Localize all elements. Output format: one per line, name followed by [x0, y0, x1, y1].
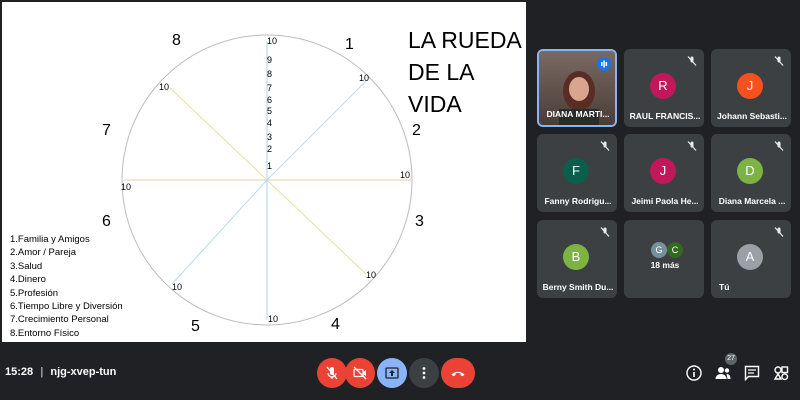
- participant-name: Diana Marcela ...: [718, 196, 786, 206]
- sector-number-7: 7: [102, 122, 111, 139]
- participant-tile-fanny[interactable]: F Fanny Rodrigu...: [537, 134, 617, 212]
- scale-tick-7: 7: [267, 83, 272, 93]
- scale-tick-2: 2: [267, 144, 272, 154]
- slide-title-line-1: LA RUEDA: [408, 27, 522, 53]
- present-screen-button[interactable]: [377, 358, 407, 388]
- mic-off-icon: [600, 141, 610, 151]
- participant-name: DIANA MARTI...: [546, 109, 610, 119]
- sector-number-1: 1: [345, 36, 354, 53]
- mic-off-icon: [326, 366, 338, 380]
- participant-tile-jeimi[interactable]: J Jeimi Paola He...: [624, 134, 704, 212]
- spoke-7: [169, 87, 268, 181]
- mic-off-icon: [600, 227, 610, 237]
- scale-tick-1: 1: [267, 161, 272, 171]
- scale-tick-8: 8: [267, 69, 272, 79]
- participant-tile-berny[interactable]: B Berny Smith Du...: [537, 220, 617, 298]
- spoke-5: [171, 179, 268, 285]
- scale-tick-9: 9: [267, 55, 272, 65]
- participant-tile-raul[interactable]: R RAUL FRANCIS...: [624, 49, 704, 127]
- camera-toggle-button[interactable]: [345, 358, 375, 388]
- sector-number-2: 2: [412, 122, 421, 139]
- participant-name: Berny Smith Du...: [542, 282, 614, 292]
- avatar: A: [737, 244, 763, 270]
- meeting-details-icon[interactable]: [685, 364, 703, 382]
- mic-off-icon: [774, 141, 784, 151]
- legend-list: 1.Familia y Amigos 2.Amor / Pareja 3.Sal…: [10, 233, 123, 340]
- spoke-label-2: 10: [400, 170, 410, 180]
- mic-off-icon: [774, 56, 784, 66]
- present-icon: [385, 367, 399, 379]
- more-options-button[interactable]: [409, 358, 439, 388]
- spoke-label-1: 10: [359, 73, 369, 83]
- more-vert-icon: [422, 367, 426, 379]
- microphone-toggle-button[interactable]: [317, 358, 347, 388]
- hang-up-icon: [451, 371, 465, 377]
- spoke-label-7: 10: [159, 82, 169, 92]
- leave-call-button[interactable]: [441, 358, 475, 388]
- legend-item: 7.Crecimiento Personal: [10, 314, 109, 326]
- avatar: D: [737, 158, 763, 184]
- people-count-badge: 27: [725, 353, 737, 365]
- avatar: B: [563, 244, 589, 270]
- bottom-control-bar: 15:28 | njg-xvep-tun 27: [0, 350, 800, 400]
- participant-name: Jeimi Paola He...: [631, 196, 699, 206]
- chat-icon[interactable]: [743, 364, 761, 382]
- avatar: J: [650, 158, 676, 184]
- slide-title: LA RUEDA DE LA VIDA: [408, 24, 526, 120]
- speaking-indicator-icon: [597, 57, 611, 71]
- legend-item: 1.Familia y Amigos: [10, 234, 90, 245]
- spoke-label-6: 10: [121, 182, 131, 192]
- legend-item: 6.Tiempo Libre y Diversión: [10, 301, 123, 313]
- sector-number-4: 4: [331, 316, 340, 333]
- avatar: C: [667, 242, 683, 258]
- slide-title-line-2: DE LA VIDA: [408, 59, 474, 117]
- camera-off-icon: [353, 366, 367, 380]
- spoke-label-4: 10: [268, 314, 278, 324]
- presentation-slide: 1 2 3 4 5 6 7 8 10 9 8 7 6 5 4 3 2 1 10: [2, 2, 526, 342]
- clock-time: 15:28: [5, 366, 34, 378]
- spoke-3: [266, 179, 367, 275]
- separator: |: [40, 366, 44, 378]
- spoke-label-5: 10: [172, 282, 182, 292]
- meeting-code: njg-xvep-tun: [50, 366, 117, 378]
- avatar: R: [650, 73, 676, 99]
- spoke-1: [266, 78, 369, 181]
- avatar: J: [737, 73, 763, 99]
- participant-tile-diana-marti[interactable]: DIANA MARTI...: [537, 49, 617, 127]
- participant-name: Fanny Rodrigu...: [544, 196, 612, 206]
- scale-tick-3: 3: [267, 132, 272, 142]
- legend-item: 3.Salud: [10, 260, 43, 272]
- avatar: G: [651, 242, 667, 258]
- meeting-info: 15:28 | njg-xvep-tun: [5, 366, 116, 378]
- self-tile[interactable]: A Tú: [711, 220, 791, 298]
- legend-item: 4.Dinero: [10, 274, 46, 286]
- sector-number-6: 6: [102, 213, 111, 230]
- activities-icon[interactable]: [772, 364, 790, 382]
- mic-off-icon: [774, 227, 784, 237]
- participant-tile-diana-marcela[interactable]: D Diana Marcela ...: [711, 134, 791, 212]
- participant-tile-johann[interactable]: J Johann Sebasti...: [711, 49, 791, 127]
- legend-item: 2.Amor / Pareja: [10, 247, 76, 259]
- participant-name: Tú: [719, 282, 730, 292]
- sector-number-5: 5: [191, 318, 200, 335]
- mic-off-icon: [687, 56, 697, 66]
- meet-window: 1 2 3 4 5 6 7 8 10 9 8 7 6 5 4 3 2 1 10: [0, 0, 800, 400]
- scale-tick-10: 10: [267, 36, 277, 46]
- people-icon[interactable]: [714, 364, 732, 382]
- more-participants-tile[interactable]: G C 18 más: [624, 220, 704, 298]
- participant-name: RAUL FRANCIS...: [629, 111, 701, 121]
- avatar: F: [563, 158, 589, 184]
- spoke-label-3: 10: [366, 270, 376, 280]
- scale-tick-4: 4: [267, 118, 272, 128]
- scale-tick-6: 6: [267, 95, 272, 105]
- sector-number-3: 3: [415, 213, 424, 230]
- mic-off-icon: [687, 141, 697, 151]
- legend-item: 5.Profesión: [10, 287, 59, 299]
- sector-number-8: 8: [172, 32, 181, 49]
- scale-tick-5: 5: [267, 106, 272, 116]
- legend-item: 8.Entorno Físico: [10, 327, 80, 339]
- more-participants-count: 18 más: [650, 260, 680, 270]
- participant-name: Johann Sebasti...: [717, 111, 787, 121]
